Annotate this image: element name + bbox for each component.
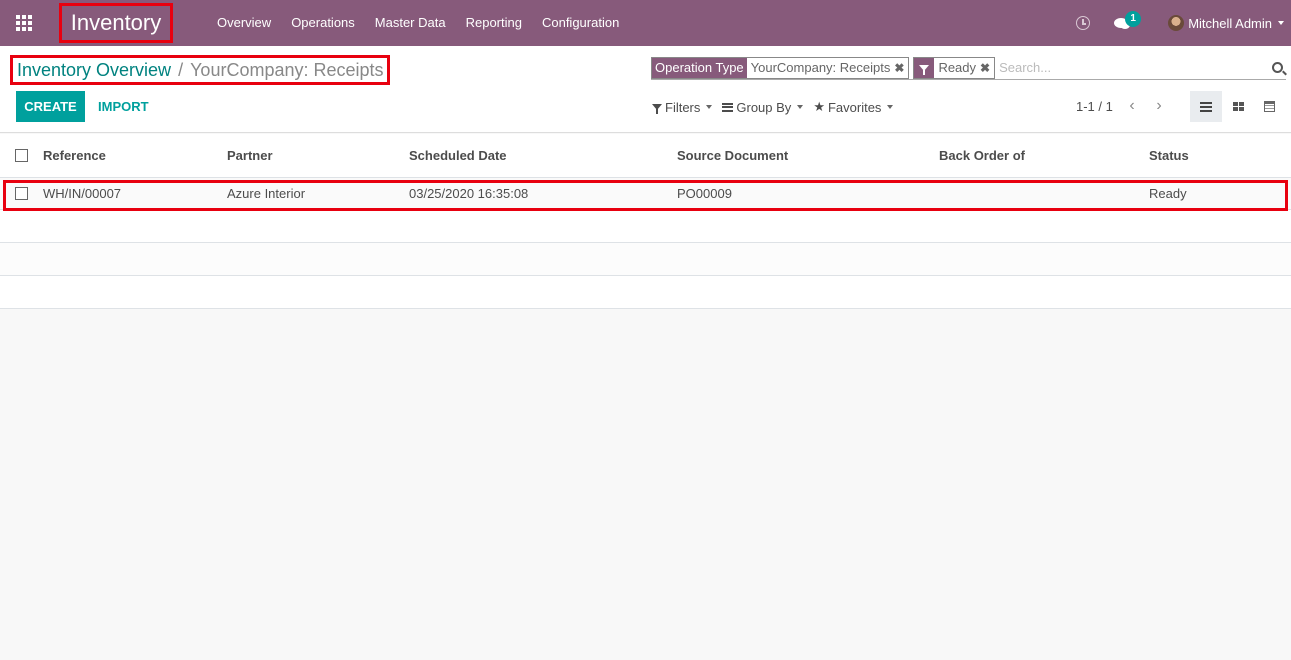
facet-operation-type: Operation Type YourCompany: Receipts ✖ (651, 56, 910, 79)
app-title[interactable]: Inventory (59, 3, 173, 43)
facet-label: Operation Type (652, 57, 747, 78)
facet-remove-icon[interactable]: ✖ (894, 58, 904, 78)
column-header-scheduled-date[interactable]: Scheduled Date (409, 148, 507, 163)
caret-down-icon[interactable] (1278, 21, 1284, 25)
pager-next-button[interactable]: › (1149, 95, 1169, 117)
row-checkbox[interactable] (15, 187, 28, 200)
caret-down-icon (797, 105, 804, 109)
messages-button[interactable]: 1 (1114, 11, 1142, 30)
column-header-partner[interactable]: Partner (227, 148, 273, 163)
kanban-icon (1232, 102, 1244, 111)
create-button[interactable]: CREATE (16, 91, 85, 122)
search-options: Filters Group By ★ Favorites (652, 99, 903, 115)
empty-row (0, 210, 1291, 243)
menu-configuration[interactable]: Configuration (532, 0, 629, 46)
column-header-status[interactable]: Status (1149, 148, 1189, 163)
column-header-back-order-of[interactable]: Back Order of (939, 148, 1025, 163)
list-icon (1200, 101, 1212, 112)
caret-down-icon (706, 105, 713, 109)
caret-down-icon (887, 105, 894, 109)
bars-icon (722, 102, 734, 112)
apps-grid-icon (16, 15, 32, 31)
facet-filter-ready: Ready ✖ (913, 56, 996, 79)
filters-label: Filters (665, 99, 701, 115)
pager-previous-button[interactable]: ‹ (1122, 95, 1142, 117)
cell-reference: WH/IN/00007 (43, 186, 122, 201)
empty-row (0, 276, 1291, 309)
import-button[interactable]: IMPORT (98, 91, 149, 122)
star-icon: ★ (813, 99, 825, 114)
control-panel: Inventory Overview / YourCompany: Receip… (0, 46, 1291, 133)
user-menu[interactable]: Mitchell Admin (1188, 16, 1272, 31)
facet-label (914, 57, 935, 78)
calendar-icon (1263, 101, 1275, 112)
main-menu: Overview Operations Master Data Reportin… (207, 0, 629, 46)
facet-value: Ready ✖ (934, 57, 995, 78)
menu-operations[interactable]: Operations (281, 0, 365, 46)
select-all-checkbox[interactable] (15, 149, 28, 162)
cell-partner: Azure Interior (227, 186, 306, 201)
pager-value[interactable]: 1-1 / 1 (1076, 99, 1113, 114)
breadcrumb-separator: / (178, 59, 184, 80)
filter-icon (919, 64, 930, 75)
top-navbar: Inventory Overview Operations Master Dat… (0, 0, 1291, 46)
clock-icon[interactable] (1076, 16, 1091, 30)
avatar[interactable] (1168, 15, 1185, 31)
search-icon[interactable] (1272, 62, 1283, 73)
apps-menu-button[interactable] (0, 0, 48, 46)
facet-value: YourCompany: Receipts ✖ (746, 57, 909, 78)
menu-reporting[interactable]: Reporting (456, 0, 532, 46)
list-view-button[interactable] (1190, 91, 1222, 122)
filters-dropdown[interactable]: Filters (652, 99, 713, 115)
breadcrumb-current: YourCompany: Receipts (190, 59, 384, 80)
column-header-reference[interactable]: Reference (43, 148, 106, 163)
facet-value-text: YourCompany: Receipts (750, 59, 891, 75)
cell-status: Ready (1149, 186, 1187, 201)
search-input[interactable] (999, 60, 1272, 75)
facet-remove-icon[interactable]: ✖ (980, 58, 990, 78)
menu-overview[interactable]: Overview (207, 0, 281, 46)
favorites-label: Favorites (827, 99, 882, 115)
group-by-label: Group By (736, 99, 792, 115)
group-by-dropdown[interactable]: Group By (722, 99, 804, 115)
list-table: Reference Partner Scheduled Date Source … (0, 134, 1291, 309)
breadcrumb: Inventory Overview / YourCompany: Receip… (10, 55, 390, 85)
menu-master-data[interactable]: Master Data (365, 0, 456, 46)
favorites-dropdown[interactable]: ★ Favorites (813, 99, 894, 115)
kanban-view-button[interactable] (1222, 91, 1254, 122)
filter-icon (652, 104, 662, 114)
navbar-systray: 1 Mitchell Admin (1076, 0, 1291, 46)
facet-value-text: Ready (938, 59, 977, 75)
cell-scheduled-date: 03/25/2020 16:35:08 (409, 186, 529, 201)
calendar-view-button[interactable] (1253, 91, 1285, 122)
column-header-source-document[interactable]: Source Document (677, 148, 788, 163)
message-count-badge: 1 (1125, 11, 1142, 27)
cell-source-document: PO00009 (677, 186, 732, 201)
table-row[interactable]: WH/IN/00007 Azure Interior 03/25/2020 16… (0, 178, 1291, 210)
table-header: Reference Partner Scheduled Date Source … (0, 134, 1291, 178)
breadcrumb-parent-link[interactable]: Inventory Overview (17, 60, 171, 81)
search-bar: Operation Type YourCompany: Receipts ✖ R… (651, 56, 1286, 80)
empty-row (0, 243, 1291, 276)
